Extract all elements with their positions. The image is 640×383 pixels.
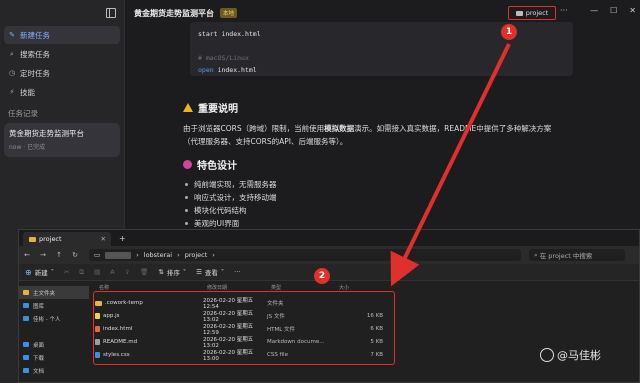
annotation-arrow: [390, 43, 511, 287]
watermark-logo-icon: [540, 348, 554, 362]
watermark: @马佳彬: [540, 347, 601, 363]
annotation-marker-1: 1: [501, 24, 517, 40]
watermark-text: @马佳彬: [557, 349, 601, 362]
annotation-marker-2: 2: [314, 268, 330, 284]
